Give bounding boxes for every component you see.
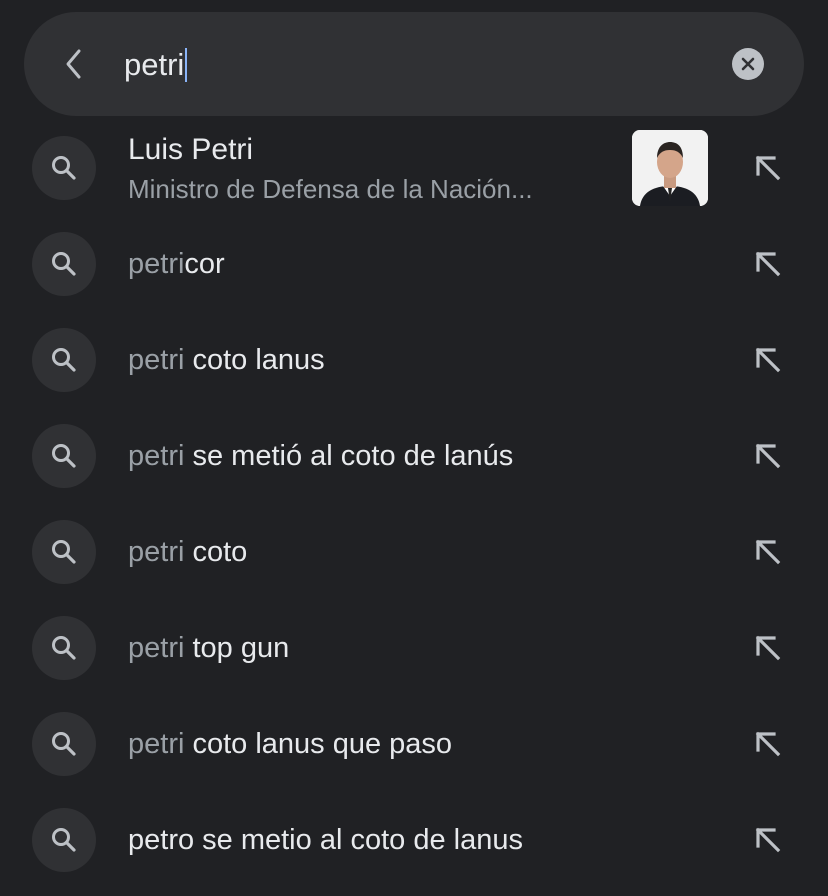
arrow-up-left-icon	[755, 251, 781, 277]
search-icon	[52, 252, 76, 276]
suggestion-icon-circle	[32, 232, 96, 296]
suggestion-icon-circle	[32, 424, 96, 488]
suggestion-icon-circle	[32, 616, 96, 680]
fill-query-button[interactable]	[748, 820, 788, 860]
suggestion-completion: coto lanus que paso	[184, 727, 453, 760]
suggestion-text: petri coto lanus	[128, 312, 325, 408]
chevron-left-icon	[66, 49, 81, 79]
entity-subtitle: Ministro de Defensa de la Nación...	[128, 174, 533, 204]
suggestion-text: petri coto	[128, 504, 247, 600]
suggestion-text: petro se metio al coto de lanus	[128, 792, 523, 888]
arrow-up-left-icon	[755, 827, 781, 853]
suggestion-query-part: petri	[128, 727, 185, 760]
suggestion-completion: coto	[184, 535, 248, 568]
suggestion-query-part: petri	[128, 631, 185, 664]
search-icon	[52, 444, 76, 468]
suggestion-text: petri coto lanus que paso	[128, 696, 452, 792]
suggestion-row[interactable]: petri se metió al coto de lanús	[0, 408, 828, 504]
search-icon	[52, 540, 76, 564]
back-button[interactable]	[52, 42, 96, 86]
suggestion-query-part: petri	[128, 343, 185, 376]
suggestion-completion: se metió al coto de lanús	[184, 439, 514, 472]
suggestion-query-part: petri	[128, 439, 185, 472]
text-caret	[185, 48, 188, 82]
fill-query-button[interactable]	[748, 628, 788, 668]
suggestion-text: petri se metió al coto de lanús	[128, 408, 513, 504]
search-query-text: petri	[124, 47, 185, 82]
arrow-up-left-icon	[755, 347, 781, 373]
suggestion-completion: cor	[184, 247, 225, 280]
clear-button[interactable]	[732, 48, 764, 80]
arrow-up-left-icon	[755, 731, 781, 757]
search-input[interactable]: petri	[124, 44, 188, 86]
fill-query-button[interactable]	[748, 244, 788, 284]
suggestion-completion: coto lanus	[184, 343, 325, 376]
search-icon	[52, 732, 76, 756]
fill-query-button[interactable]	[748, 340, 788, 380]
suggestion-row[interactable]: petro se metio al coto de lanus	[0, 792, 828, 888]
suggestion-row[interactable]: petri coto	[0, 504, 828, 600]
suggestion-row[interactable]: petri coto lanus que paso	[0, 696, 828, 792]
fill-query-button[interactable]	[748, 724, 788, 764]
suggestion-completion: top gun	[184, 631, 290, 664]
suggestion-row[interactable]: petri cor	[0, 216, 828, 312]
arrow-up-left-icon	[755, 155, 781, 181]
suggestion-icon-circle	[32, 520, 96, 584]
entity-portrait-photo	[632, 130, 708, 206]
suggestion-row[interactable]: petri coto lanus	[0, 312, 828, 408]
suggestion-query-part: petri	[128, 535, 185, 568]
suggestion-row[interactable]: petri top gun	[0, 600, 828, 696]
arrow-up-left-icon	[755, 443, 781, 469]
suggestion-query-part: petri	[128, 247, 185, 280]
arrow-up-left-icon	[755, 539, 781, 565]
suggestion-completion: petro se metio al coto de lanus	[128, 823, 523, 856]
suggestion-icon-circle	[32, 136, 96, 200]
suggestion-icon-circle	[32, 328, 96, 392]
arrow-up-left-icon	[755, 635, 781, 661]
fill-query-button[interactable]	[748, 436, 788, 476]
suggestion-icon-circle	[32, 712, 96, 776]
close-icon	[741, 57, 755, 71]
search-icon	[52, 828, 76, 852]
search-suggestions-screen: petri Luis Petri Ministro de Defensa de …	[0, 0, 828, 896]
fill-query-button[interactable]	[748, 532, 788, 572]
entity-title: Luis Petri	[128, 133, 254, 166]
suggestion-icon-circle	[32, 808, 96, 872]
suggestion-text: petri top gun	[128, 600, 289, 696]
search-icon	[52, 156, 76, 180]
fill-query-button[interactable]	[748, 148, 788, 188]
search-icon	[52, 636, 76, 660]
suggestion-text: petri cor	[128, 216, 225, 312]
search-icon	[52, 348, 76, 372]
